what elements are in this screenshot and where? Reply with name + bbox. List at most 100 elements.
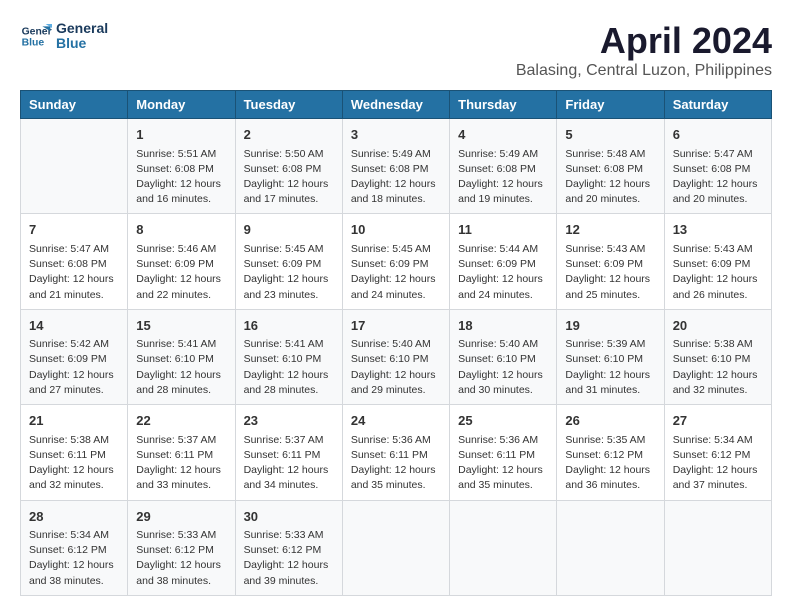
day-number: 18 xyxy=(458,316,548,336)
calendar-cell: 23Sunrise: 5:37 AM Sunset: 6:11 PM Dayli… xyxy=(235,405,342,500)
day-info: Sunrise: 5:37 AM Sunset: 6:11 PM Dayligh… xyxy=(244,433,334,494)
header-row: SundayMondayTuesdayWednesdayThursdayFrid… xyxy=(21,91,772,119)
day-info: Sunrise: 5:42 AM Sunset: 6:09 PM Dayligh… xyxy=(29,337,119,398)
calendar-table: SundayMondayTuesdayWednesdayThursdayFrid… xyxy=(20,90,772,596)
calendar-week-4: 21Sunrise: 5:38 AM Sunset: 6:11 PM Dayli… xyxy=(21,405,772,500)
calendar-cell: 15Sunrise: 5:41 AM Sunset: 6:10 PM Dayli… xyxy=(128,309,235,404)
day-info: Sunrise: 5:49 AM Sunset: 6:08 PM Dayligh… xyxy=(458,147,548,208)
day-number: 27 xyxy=(673,411,763,431)
day-number: 21 xyxy=(29,411,119,431)
day-number: 7 xyxy=(29,220,119,240)
day-number: 13 xyxy=(673,220,763,240)
day-number: 2 xyxy=(244,125,334,145)
day-number: 12 xyxy=(565,220,655,240)
day-info: Sunrise: 5:49 AM Sunset: 6:08 PM Dayligh… xyxy=(351,147,441,208)
day-info: Sunrise: 5:34 AM Sunset: 6:12 PM Dayligh… xyxy=(673,433,763,494)
day-number: 29 xyxy=(136,507,226,527)
day-number: 19 xyxy=(565,316,655,336)
calendar-cell: 25Sunrise: 5:36 AM Sunset: 6:11 PM Dayli… xyxy=(450,405,557,500)
day-number: 10 xyxy=(351,220,441,240)
svg-text:Blue: Blue xyxy=(22,38,45,49)
day-info: Sunrise: 5:47 AM Sunset: 6:08 PM Dayligh… xyxy=(673,147,763,208)
day-number: 25 xyxy=(458,411,548,431)
day-info: Sunrise: 5:38 AM Sunset: 6:10 PM Dayligh… xyxy=(673,337,763,398)
day-info: Sunrise: 5:45 AM Sunset: 6:09 PM Dayligh… xyxy=(244,242,334,303)
day-info: Sunrise: 5:33 AM Sunset: 6:12 PM Dayligh… xyxy=(244,528,334,589)
day-number: 9 xyxy=(244,220,334,240)
calendar-cell: 6Sunrise: 5:47 AM Sunset: 6:08 PM Daylig… xyxy=(664,119,771,214)
day-number: 30 xyxy=(244,507,334,527)
day-number: 4 xyxy=(458,125,548,145)
day-info: Sunrise: 5:33 AM Sunset: 6:12 PM Dayligh… xyxy=(136,528,226,589)
calendar-cell xyxy=(342,500,449,595)
header-cell-friday: Friday xyxy=(557,91,664,119)
calendar-cell: 7Sunrise: 5:47 AM Sunset: 6:08 PM Daylig… xyxy=(21,214,128,309)
day-info: Sunrise: 5:47 AM Sunset: 6:08 PM Dayligh… xyxy=(29,242,119,303)
day-number: 20 xyxy=(673,316,763,336)
calendar-cell xyxy=(21,119,128,214)
header-cell-wednesday: Wednesday xyxy=(342,91,449,119)
day-number: 1 xyxy=(136,125,226,145)
logo-text-blue: Blue xyxy=(56,36,108,51)
day-info: Sunrise: 5:41 AM Sunset: 6:10 PM Dayligh… xyxy=(136,337,226,398)
header-cell-sunday: Sunday xyxy=(21,91,128,119)
day-info: Sunrise: 5:41 AM Sunset: 6:10 PM Dayligh… xyxy=(244,337,334,398)
calendar-cell: 10Sunrise: 5:45 AM Sunset: 6:09 PM Dayli… xyxy=(342,214,449,309)
day-number: 3 xyxy=(351,125,441,145)
day-number: 8 xyxy=(136,220,226,240)
day-number: 28 xyxy=(29,507,119,527)
calendar-header: SundayMondayTuesdayWednesdayThursdayFrid… xyxy=(21,91,772,119)
calendar-cell: 8Sunrise: 5:46 AM Sunset: 6:09 PM Daylig… xyxy=(128,214,235,309)
header-cell-monday: Monday xyxy=(128,91,235,119)
day-number: 22 xyxy=(136,411,226,431)
day-info: Sunrise: 5:36 AM Sunset: 6:11 PM Dayligh… xyxy=(458,433,548,494)
day-info: Sunrise: 5:40 AM Sunset: 6:10 PM Dayligh… xyxy=(351,337,441,398)
day-number: 6 xyxy=(673,125,763,145)
title-area: April 2024 Balasing, Central Luzon, Phil… xyxy=(516,20,772,80)
calendar-week-2: 7Sunrise: 5:47 AM Sunset: 6:08 PM Daylig… xyxy=(21,214,772,309)
day-info: Sunrise: 5:35 AM Sunset: 6:12 PM Dayligh… xyxy=(565,433,655,494)
day-number: 17 xyxy=(351,316,441,336)
header-cell-tuesday: Tuesday xyxy=(235,91,342,119)
day-info: Sunrise: 5:51 AM Sunset: 6:08 PM Dayligh… xyxy=(136,147,226,208)
calendar-cell: 22Sunrise: 5:37 AM Sunset: 6:11 PM Dayli… xyxy=(128,405,235,500)
day-number: 24 xyxy=(351,411,441,431)
calendar-cell xyxy=(557,500,664,595)
calendar-week-1: 1Sunrise: 5:51 AM Sunset: 6:08 PM Daylig… xyxy=(21,119,772,214)
calendar-cell: 17Sunrise: 5:40 AM Sunset: 6:10 PM Dayli… xyxy=(342,309,449,404)
day-info: Sunrise: 5:38 AM Sunset: 6:11 PM Dayligh… xyxy=(29,433,119,494)
calendar-cell: 11Sunrise: 5:44 AM Sunset: 6:09 PM Dayli… xyxy=(450,214,557,309)
day-info: Sunrise: 5:48 AM Sunset: 6:08 PM Dayligh… xyxy=(565,147,655,208)
calendar-cell: 18Sunrise: 5:40 AM Sunset: 6:10 PM Dayli… xyxy=(450,309,557,404)
logo-icon: General Blue xyxy=(20,20,52,52)
calendar-cell: 19Sunrise: 5:39 AM Sunset: 6:10 PM Dayli… xyxy=(557,309,664,404)
calendar-cell: 2Sunrise: 5:50 AM Sunset: 6:08 PM Daylig… xyxy=(235,119,342,214)
day-info: Sunrise: 5:34 AM Sunset: 6:12 PM Dayligh… xyxy=(29,528,119,589)
calendar-cell xyxy=(664,500,771,595)
day-info: Sunrise: 5:45 AM Sunset: 6:09 PM Dayligh… xyxy=(351,242,441,303)
day-info: Sunrise: 5:39 AM Sunset: 6:10 PM Dayligh… xyxy=(565,337,655,398)
calendar-cell: 13Sunrise: 5:43 AM Sunset: 6:09 PM Dayli… xyxy=(664,214,771,309)
logo: General Blue General Blue xyxy=(20,20,108,52)
day-info: Sunrise: 5:44 AM Sunset: 6:09 PM Dayligh… xyxy=(458,242,548,303)
calendar-cell: 5Sunrise: 5:48 AM Sunset: 6:08 PM Daylig… xyxy=(557,119,664,214)
page-header: General Blue General Blue April 2024 Bal… xyxy=(20,20,772,80)
logo-text-general: General xyxy=(56,21,108,36)
calendar-cell: 27Sunrise: 5:34 AM Sunset: 6:12 PM Dayli… xyxy=(664,405,771,500)
day-info: Sunrise: 5:46 AM Sunset: 6:09 PM Dayligh… xyxy=(136,242,226,303)
day-info: Sunrise: 5:43 AM Sunset: 6:09 PM Dayligh… xyxy=(565,242,655,303)
calendar-cell: 14Sunrise: 5:42 AM Sunset: 6:09 PM Dayli… xyxy=(21,309,128,404)
calendar-cell: 24Sunrise: 5:36 AM Sunset: 6:11 PM Dayli… xyxy=(342,405,449,500)
day-info: Sunrise: 5:37 AM Sunset: 6:11 PM Dayligh… xyxy=(136,433,226,494)
calendar-body: 1Sunrise: 5:51 AM Sunset: 6:08 PM Daylig… xyxy=(21,119,772,596)
day-number: 5 xyxy=(565,125,655,145)
day-number: 15 xyxy=(136,316,226,336)
calendar-cell: 21Sunrise: 5:38 AM Sunset: 6:11 PM Dayli… xyxy=(21,405,128,500)
calendar-cell: 16Sunrise: 5:41 AM Sunset: 6:10 PM Dayli… xyxy=(235,309,342,404)
day-info: Sunrise: 5:36 AM Sunset: 6:11 PM Dayligh… xyxy=(351,433,441,494)
day-number: 11 xyxy=(458,220,548,240)
calendar-cell: 1Sunrise: 5:51 AM Sunset: 6:08 PM Daylig… xyxy=(128,119,235,214)
calendar-cell xyxy=(450,500,557,595)
day-number: 26 xyxy=(565,411,655,431)
calendar-cell: 30Sunrise: 5:33 AM Sunset: 6:12 PM Dayli… xyxy=(235,500,342,595)
